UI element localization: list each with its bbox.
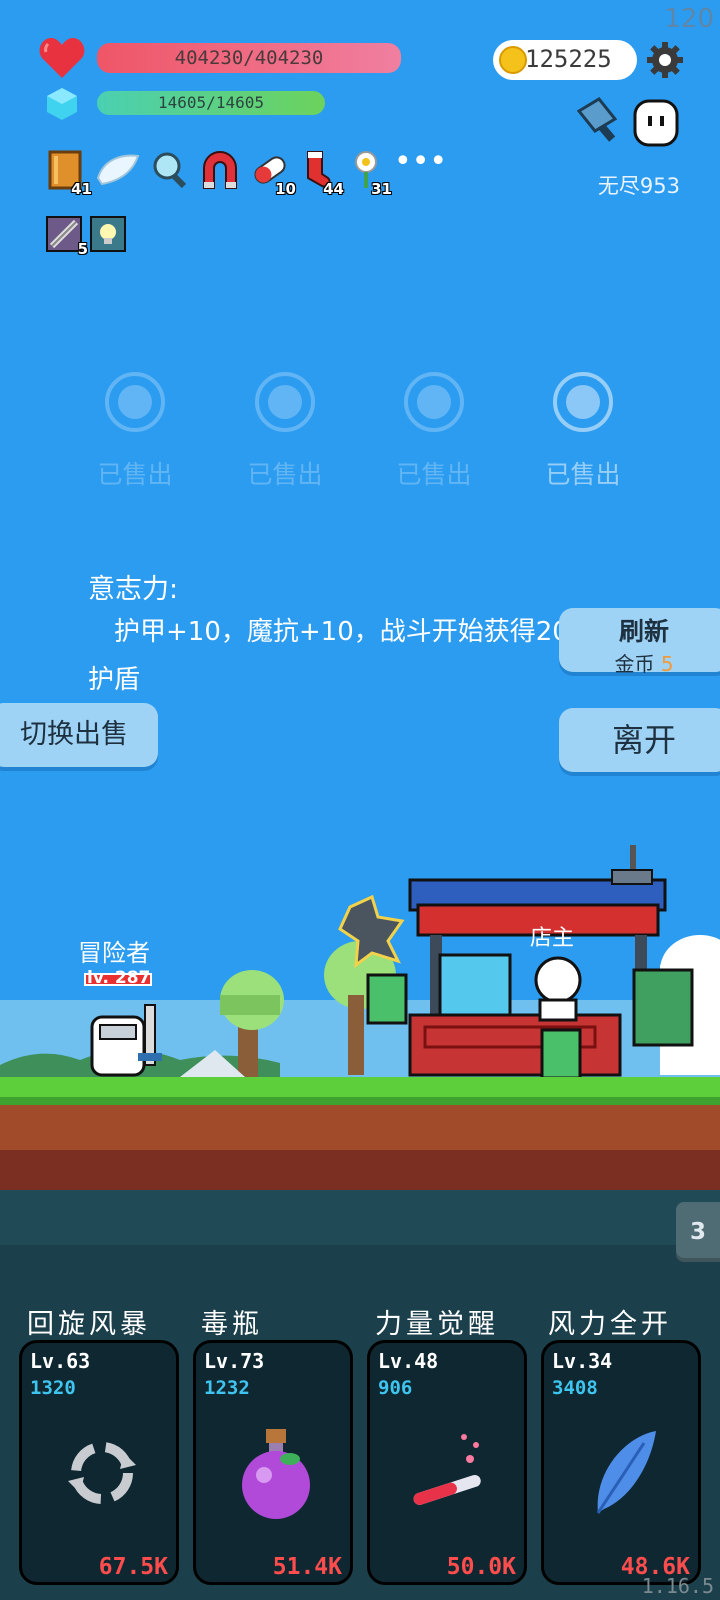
sold-label: 已售出 [97,460,173,489]
feather-icon [584,1423,664,1523]
wings-icon[interactable] [94,148,142,192]
skill-name-1: 回旋风暴 [27,1309,151,1340]
heart-icon [38,36,86,80]
shop-slot-2[interactable] [255,372,315,432]
battle-scene [0,845,720,1245]
skill-card-poison[interactable]: Lv.73 1232 51.4K [193,1340,353,1585]
hp-bar: 404230/404230 [97,43,401,73]
shop-slot-1[interactable] [105,372,165,432]
sock-icon[interactable]: 44 [298,148,344,198]
mp-bar: 14605/14605 [97,91,325,115]
sold-label: 已售出 [545,460,621,489]
more-items-icon[interactable]: ••• [394,147,447,192]
crown-icon [404,372,464,432]
version-label: 1.16.5 [641,1574,714,1598]
crown-icon [105,372,165,432]
skill-cost: 67.5K [98,1554,168,1580]
fps-counter: 120 [664,4,714,34]
gear-icon[interactable] [645,40,685,80]
skill-name-2: 毒瓶 [201,1309,263,1340]
hero-name: 冒险者 [78,939,150,967]
crown-icon [255,372,315,432]
skill-cost: 51.4K [272,1554,342,1580]
item-bar: 41 10 44 31 ••• [46,147,447,198]
skill-card-whirlwind[interactable]: Lv.63 1320 67.5K [19,1340,179,1585]
skill-value: 3408 [552,1377,598,1399]
skill-name-3: 力量觉醒 [375,1309,499,1340]
item-description: 护甲+10，魔抗+10，战斗开始获得200护盾 [88,617,586,695]
skill-card-wind[interactable]: Lv.34 3408 48.6K [541,1340,701,1585]
endless-level: 无尽953 [597,174,680,198]
flower-icon[interactable]: 31 [346,148,392,198]
skill-level: Lv.48 [378,1349,439,1373]
pill-icon[interactable]: 10 [250,148,296,198]
refresh-button[interactable]: 刷新 金币 5 [559,608,720,676]
skill-level: Lv.34 [552,1349,613,1373]
skill-value: 1232 [204,1377,250,1399]
skill-card-power[interactable]: Lv.48 906 50.0K [367,1340,527,1585]
coin-amount: 125225 [525,45,612,73]
sold-label: 已售出 [247,460,323,489]
game-screen: 120 404230/404230 14605/14605 125225 无尽9… [0,0,720,1600]
skill-level: Lv.73 [204,1349,265,1373]
coin-icon [499,46,527,74]
test-tube-icon [410,1423,490,1523]
shop-slot-4[interactable] [553,372,613,432]
hero-level: lv. 287 [87,968,151,988]
sold-label: 已售出 [396,460,472,489]
skill-value: 1320 [30,1377,76,1399]
crown-icon [553,372,613,432]
magnet-icon[interactable] [198,148,242,192]
item-title: 意志力: [88,574,179,605]
shopkeeper-label: 店主 [530,926,575,951]
skill-name-4: 风力全开 [548,1309,672,1340]
skill-level: Lv.63 [30,1349,91,1373]
magnifier-icon[interactable] [150,148,190,192]
book-icon[interactable]: 41 [46,148,92,198]
sword-card-icon[interactable]: 5 [46,216,88,258]
poison-bottle-icon [236,1423,316,1523]
leave-button[interactable]: 离开 [559,708,720,772]
item-bar-secondary: 5 [46,216,126,258]
diamond-icon [44,86,80,122]
lightbulb-card-icon[interactable] [90,216,126,252]
whirlwind-icon [62,1423,142,1523]
refresh-label: 刷新 [618,617,669,646]
ghost-icon[interactable] [632,98,680,148]
switch-sell-button[interactable]: 切换出售 [0,703,158,767]
skill-cost: 50.0K [446,1554,516,1580]
refresh-cost: 金币 5 [614,652,674,676]
shop-slot-3[interactable] [404,372,464,432]
wave-counter[interactable]: 3 [676,1202,720,1262]
axe-icon[interactable] [575,97,625,143]
skill-value: 906 [378,1377,413,1399]
